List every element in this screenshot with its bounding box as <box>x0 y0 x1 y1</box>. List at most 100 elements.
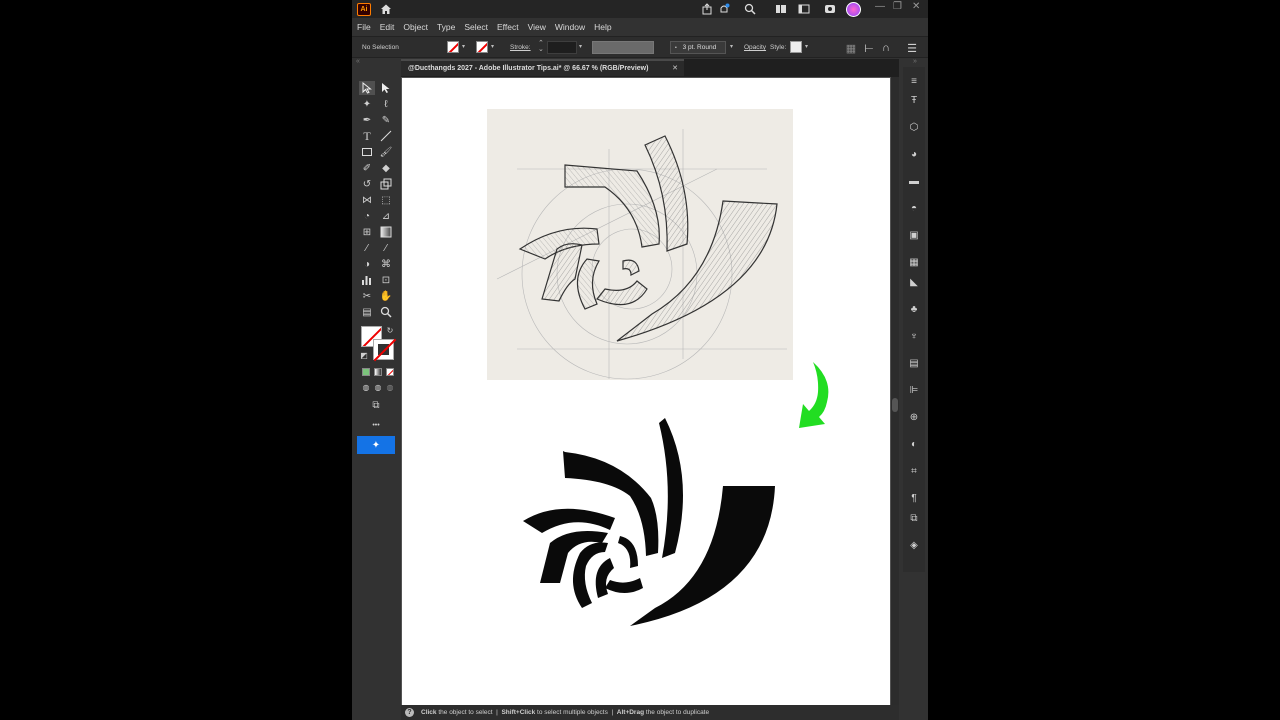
canvas-area[interactable] <box>401 77 899 705</box>
puppet-warp-icon[interactable]: ♆ <box>908 330 920 342</box>
swap-fill-stroke-icon[interactable]: ↻ <box>382 323 398 337</box>
style-dropdown-icon[interactable]: ▾ <box>805 43 812 51</box>
avatar[interactable] <box>846 2 861 17</box>
magic-wand-tool-icon[interactable]: ✦ <box>359 97 375 111</box>
stroke-weight-dropdown-icon[interactable]: ▾ <box>579 43 586 51</box>
character-icon[interactable]: Ŧ <box>908 94 920 106</box>
home-icon[interactable] <box>379 2 393 16</box>
properties-icon[interactable]: ≡ <box>908 75 920 87</box>
line-tool-icon[interactable] <box>378 129 394 143</box>
menu-view[interactable]: View <box>528 22 546 32</box>
artboard[interactable] <box>402 78 890 705</box>
menu-help[interactable]: Help <box>594 22 611 32</box>
menu-window[interactable]: Window <box>555 22 585 32</box>
stroke-color-box[interactable] <box>373 339 394 360</box>
mesh-tool-icon[interactable]: ⊞ <box>359 225 375 239</box>
stroke-dropdown-icon[interactable]: ▾ <box>491 43 498 51</box>
3d-materials-icon[interactable]: ⬡ <box>908 121 920 133</box>
menu-type[interactable]: Type <box>437 22 455 32</box>
stroke-swatch[interactable] <box>476 41 488 53</box>
paintbrush-tool-icon[interactable]: 🖌 <box>378 145 394 159</box>
image-trace-icon[interactable]: ▣ <box>908 229 920 241</box>
transform-panel-icon[interactable]: ⊕ <box>908 411 920 423</box>
symbols-icon[interactable]: ♣ <box>908 303 920 315</box>
help-icon[interactable]: ? <box>405 708 414 717</box>
gradient-tool-icon[interactable] <box>378 225 394 239</box>
transform-icon[interactable]: ⊢ <box>862 41 876 55</box>
notifications-icon[interactable] <box>717 2 731 16</box>
eyedropper-tool-icon[interactable]: ⁄ <box>359 241 375 255</box>
search-icon[interactable] <box>743 2 757 16</box>
menu-select[interactable]: Select <box>464 22 488 32</box>
gradient-mode-icon[interactable] <box>374 368 382 376</box>
minimize-icon[interactable]: — <box>875 1 885 12</box>
edit-toolbar-icon[interactable]: ••• <box>368 418 384 432</box>
cloud-icon[interactable] <box>823 2 837 16</box>
layers-icon[interactable]: ◈ <box>908 539 920 551</box>
color-icon[interactable]: ◕ <box>908 148 920 160</box>
lasso-tool-icon[interactable]: ℓ <box>378 97 394 111</box>
none-mode-icon[interactable] <box>386 368 394 376</box>
menu-effect[interactable]: Effect <box>497 22 519 32</box>
fill-swatch[interactable] <box>447 41 459 53</box>
perspective-grid-tool-icon[interactable]: ⊿ <box>378 209 394 223</box>
document-tab[interactable]: @Ducthangds 2027 - Adobe Illustrator Tip… <box>401 59 684 76</box>
align-icon[interactable]: ▦ <box>844 41 858 55</box>
selection-tool-icon[interactable] <box>359 81 375 95</box>
vertical-scrollbar[interactable] <box>891 77 899 705</box>
screen-mode-icon[interactable]: ⧉ <box>368 398 384 412</box>
free-transform-tool-icon[interactable]: ⬚ <box>378 193 394 207</box>
opacity-label[interactable]: Opacity <box>744 44 766 51</box>
default-fill-stroke-icon[interactable]: ◩ <box>356 348 372 362</box>
close-window-icon[interactable]: ✕ <box>912 1 920 12</box>
color-guide-icon[interactable]: ◓ <box>908 202 920 214</box>
appearance-icon[interactable]: ▤ <box>908 357 920 369</box>
swatches-icon[interactable]: ▦ <box>908 256 920 268</box>
align-panel-icon[interactable]: ⊫ <box>908 384 920 396</box>
workspace-icon[interactable] <box>797 2 811 16</box>
control-bar-menu-icon[interactable]: ☰ <box>905 41 919 55</box>
stroke-weight-stepper[interactable]: ⌃ ⌄ <box>538 40 545 53</box>
menu-file[interactable]: File <box>357 22 371 32</box>
gradient-panel-icon[interactable]: ▬ <box>908 175 920 187</box>
stroke-weight-field[interactable] <box>547 41 577 54</box>
graphic-style-swatch[interactable] <box>790 41 802 53</box>
generative-ai-button[interactable]: ✦ <box>357 436 395 454</box>
slice-tool-icon[interactable]: ✂ <box>359 289 375 303</box>
stroke-label[interactable]: Stroke: <box>510 44 531 51</box>
draw-inside-icon[interactable]: ◍ <box>382 380 398 394</box>
eraser-tool-icon[interactable]: ◆ <box>378 161 394 175</box>
arrange-documents-icon[interactable] <box>774 2 788 16</box>
brush-dropdown-icon[interactable]: ▾ <box>730 43 737 51</box>
share-icon[interactable] <box>700 2 714 16</box>
shape-builder-tool-icon[interactable]: ◔ <box>359 209 375 223</box>
magnet-icon[interactable]: ∩ <box>879 41 893 55</box>
variable-width-profile[interactable] <box>592 41 654 54</box>
fill-dropdown-icon[interactable]: ▾ <box>462 43 469 51</box>
width-tool-icon[interactable]: ⋈ <box>359 193 375 207</box>
pathfinder-icon[interactable]: ⌗ <box>908 465 920 477</box>
close-tab-icon[interactable]: ✕ <box>672 61 678 76</box>
transparency-icon[interactable]: ◐ <box>908 438 920 450</box>
direct-selection-tool-icon[interactable] <box>378 81 394 95</box>
symbol-sprayer-tool-icon[interactable]: ⌘ <box>378 257 394 271</box>
scale-tool-icon[interactable] <box>378 177 394 191</box>
dock-panel-grip[interactable]: » <box>913 58 918 65</box>
measure-tool-icon[interactable]: ⁄ <box>378 241 394 255</box>
zoom-tool-icon[interactable] <box>378 305 394 319</box>
curvature-tool-icon[interactable]: ✎ <box>378 113 394 127</box>
column-graph-tool-icon[interactable] <box>359 273 375 287</box>
stroke-panel-icon[interactable]: ◣ <box>908 276 920 288</box>
menu-object[interactable]: Object <box>403 22 428 32</box>
rotate-tool-icon[interactable]: ↺ <box>359 177 375 191</box>
scrollbar-thumb[interactable] <box>892 398 898 412</box>
shaper-tool-icon[interactable]: ✐ <box>359 161 375 175</box>
restore-icon[interactable]: ❐ <box>893 1 902 12</box>
tools-panel-grip[interactable]: « <box>356 58 361 65</box>
vector-logo[interactable] <box>520 418 780 633</box>
pen-tool-icon[interactable]: ✒ <box>359 113 375 127</box>
print-tiling-tool-icon[interactable]: ▤ <box>359 305 375 319</box>
paragraph-icon[interactable]: ¶ <box>908 492 920 504</box>
color-mode-icon[interactable] <box>362 368 370 376</box>
rectangle-tool-icon[interactable] <box>359 145 375 159</box>
